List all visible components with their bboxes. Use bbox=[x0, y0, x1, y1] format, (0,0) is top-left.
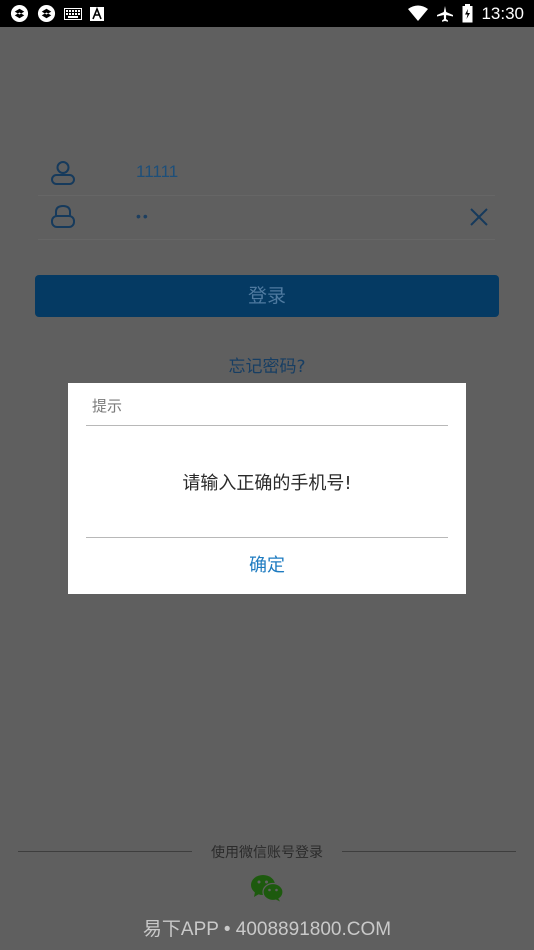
keyboard-icon bbox=[64, 7, 82, 20]
app-icon bbox=[10, 4, 29, 23]
close-icon[interactable] bbox=[467, 205, 491, 229]
status-time: 13:30 bbox=[481, 3, 524, 23]
dialog-title: 提示 bbox=[92, 397, 123, 415]
a-icon bbox=[90, 6, 104, 21]
wechat-icon[interactable] bbox=[250, 874, 284, 902]
phone-input[interactable]: 11111 bbox=[136, 162, 178, 182]
password-row: •• bbox=[38, 194, 495, 240]
wechat-login-row: 使用微信账号登录 bbox=[18, 840, 516, 864]
password-input[interactable]: •• bbox=[136, 208, 150, 224]
phone-row: 11111 bbox=[38, 150, 495, 196]
dialog-message: 请输入正确的手机号! bbox=[182, 473, 352, 494]
status-bar: 13:30 bbox=[0, 0, 534, 27]
battery-icon bbox=[462, 4, 473, 23]
divider bbox=[342, 851, 516, 852]
login-button[interactable]: 登录 bbox=[35, 275, 499, 317]
confirm-button[interactable]: 确定 bbox=[68, 538, 466, 594]
alert-dialog: 提示 请输入正确的手机号! 确定 bbox=[68, 383, 466, 594]
app-icon bbox=[37, 4, 56, 23]
divider bbox=[86, 425, 448, 426]
lock-icon bbox=[51, 204, 75, 228]
forgot-password-link[interactable]: 忘记密码? bbox=[0, 352, 534, 377]
user-icon bbox=[51, 161, 75, 185]
wifi-icon bbox=[408, 5, 429, 21]
status-bar-right: 13:30 bbox=[408, 2, 524, 25]
airplane-icon bbox=[437, 5, 454, 22]
watermark: 易下APP • 4008891800.COM bbox=[142, 919, 392, 940]
status-bar-left bbox=[10, 4, 104, 23]
wechat-login-label: 使用微信账号登录 bbox=[211, 845, 323, 861]
